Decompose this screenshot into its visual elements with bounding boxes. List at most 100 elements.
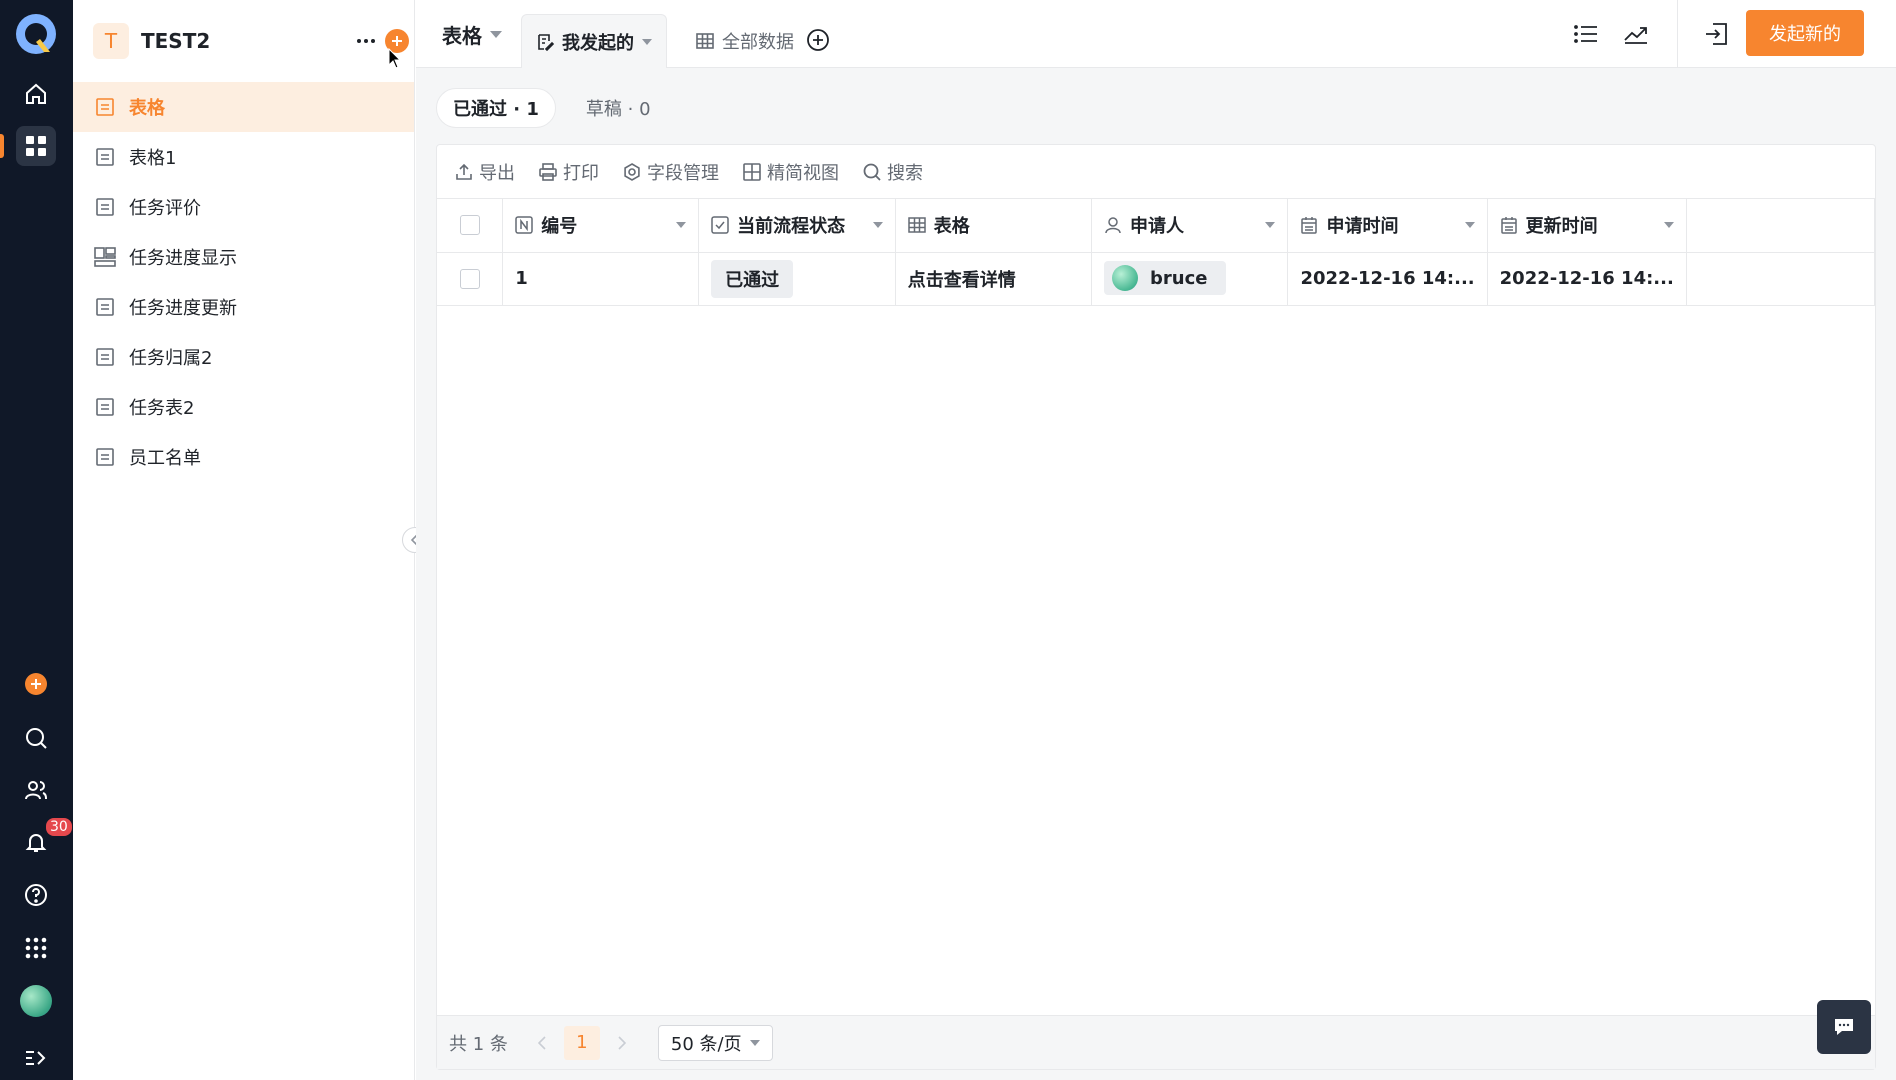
export-button[interactable]: 导出: [455, 159, 515, 185]
search-icon[interactable]: [16, 718, 56, 758]
table-toolbar: 导出 打印 字段管理 精简视图 搜索: [437, 145, 1875, 199]
cell-form-link[interactable]: 点击查看详情: [895, 252, 1093, 306]
caret-down-icon: [676, 222, 687, 229]
header-apply-time[interactable]: 申请时间: [1287, 199, 1488, 253]
next-page-icon[interactable]: [608, 1029, 636, 1057]
header-label: 申请时间: [1326, 216, 1399, 238]
sidebar-item-form1[interactable]: 表格1: [73, 132, 414, 182]
primary-view-label: 表格: [442, 24, 482, 48]
workspace-name[interactable]: TEST2: [141, 29, 210, 53]
launch-new-button[interactable]: 发起新的: [1746, 10, 1864, 56]
apps-grid-icon[interactable]: [16, 126, 56, 166]
cell-applicant: bruce: [1091, 252, 1289, 306]
header-label: 表格: [933, 216, 970, 238]
status-badge: 已通过: [711, 259, 794, 298]
header-applicant[interactable]: 申请人: [1091, 199, 1289, 253]
printer-icon: [539, 162, 557, 181]
upload-icon: [456, 163, 472, 180]
sidebar-item-label: 表格1: [129, 148, 177, 169]
sidebar-item-task-review[interactable]: 任务评价: [73, 182, 414, 232]
data-panel: 导出 打印 字段管理 精简视图 搜索 编号 当前流程状态 表格 申请人 申请时间…: [436, 144, 1876, 1070]
help-icon[interactable]: [16, 875, 56, 915]
user-avatar[interactable]: [20, 985, 52, 1017]
rail-active-marker: [0, 134, 4, 158]
tab-draft[interactable]: 草稿 · 0: [570, 88, 667, 128]
topbar-divider: [1677, 0, 1678, 68]
chat-support-button[interactable]: [1817, 1000, 1871, 1054]
header-id[interactable]: 编号: [502, 199, 700, 253]
cell-filler: [1686, 252, 1876, 306]
applicant-chip: bruce: [1104, 261, 1226, 295]
header-status[interactable]: 当前流程状态: [698, 199, 896, 253]
app-logo[interactable]: [14, 12, 58, 56]
header-select-all[interactable]: [437, 199, 504, 253]
sidebar-nav: 表格 表格1 任务评价 任务进度显示 任务进度更新 任务归属2 任务表2 员工名…: [73, 82, 414, 482]
sidebar-item-form[interactable]: 表格: [73, 82, 414, 132]
notification-badge: 30: [46, 818, 72, 836]
print-button[interactable]: 打印: [539, 159, 599, 185]
field-management-button[interactable]: 字段管理: [623, 159, 719, 185]
status-tabs: 已通过 · 1 草稿 · 0: [436, 88, 681, 128]
sidebar-item-task-progress-display[interactable]: 任务进度显示: [73, 232, 414, 282]
chat-icon: [1835, 1019, 1853, 1035]
contacts-icon[interactable]: [16, 770, 56, 810]
settings-icon: [624, 162, 640, 181]
sidebar-item-label: 任务进度更新: [129, 298, 237, 319]
app-launcher-icon[interactable]: [16, 928, 56, 968]
more-icon[interactable]: [351, 26, 381, 56]
export-exit-icon[interactable]: [1700, 18, 1732, 50]
tab-label: 我发起的: [562, 32, 634, 54]
prev-page-icon[interactable]: [528, 1029, 556, 1057]
tab-all-data[interactable]: 全部数据: [684, 14, 806, 68]
cell-id: 1: [502, 252, 700, 306]
cell-update-time: 2022-12-16 14:...: [1487, 252, 1687, 306]
table-row[interactable]: 1 已通过 点击查看详情 bruce 2022-12-16 14:... 202…: [437, 252, 1876, 306]
page-size-label: 50 条/页: [670, 1033, 742, 1055]
add-icon[interactable]: [16, 664, 56, 704]
header-update-time[interactable]: 更新时间: [1487, 199, 1687, 253]
pagination-bar: 共 1 条 1 50 条/页: [437, 1015, 1875, 1069]
caret-down-icon: [1663, 222, 1674, 229]
page-size-select[interactable]: 50 条/页: [657, 1024, 773, 1061]
calendar-icon: [1500, 217, 1517, 234]
compact-view-button[interactable]: 精简视图: [743, 159, 839, 185]
tab-approved[interactable]: 已通过 · 1: [436, 88, 556, 128]
header-filler: [1686, 199, 1876, 253]
sidebar-item-task-progress-update[interactable]: 任务进度更新: [73, 282, 414, 332]
tab-label: 全部数据: [722, 32, 794, 53]
table-header-row: 编号 当前流程状态 表格 申请人 申请时间 更新时间: [437, 199, 1876, 253]
home-icon[interactable]: [16, 74, 56, 114]
dashboard-icon: [93, 245, 117, 269]
sidebar-item-task-table2[interactable]: 任务表2: [73, 382, 414, 432]
app-rail: 30: [0, 0, 73, 1080]
sidebar-item-employee-list[interactable]: 员工名单: [73, 432, 414, 482]
row-select-cell[interactable]: [437, 252, 504, 306]
list-view-icon[interactable]: [1570, 18, 1602, 50]
sidebar-item-task-ownership2[interactable]: 任务归属2: [73, 332, 414, 382]
select-all-checkbox[interactable]: [459, 215, 480, 236]
sidebar-item-label: 表格: [129, 98, 165, 119]
cell-apply-time: 2022-12-16 14:...: [1287, 252, 1488, 306]
table-icon: [696, 33, 714, 49]
compact-view-label: 精简视图: [767, 162, 839, 184]
trend-chart-icon[interactable]: [1620, 18, 1652, 50]
add-view-icon[interactable]: [806, 28, 830, 52]
caret-down-icon: [1464, 222, 1475, 229]
table-icon: [908, 217, 926, 233]
form-icon: [93, 195, 117, 219]
caret-down-icon: [1265, 222, 1276, 229]
row-checkbox[interactable]: [459, 268, 480, 289]
primary-view-tab[interactable]: 表格: [442, 20, 502, 49]
cell-status: 已通过: [698, 252, 896, 306]
tab-my-submissions[interactable]: 我发起的: [521, 14, 667, 68]
header-label: 当前流程状态: [737, 216, 846, 238]
page-number[interactable]: 1: [563, 1025, 600, 1060]
header-form[interactable]: 表格: [895, 199, 1093, 253]
header-label: 更新时间: [1525, 216, 1598, 238]
form-icon: [93, 295, 117, 319]
search-button[interactable]: 搜索: [863, 159, 923, 185]
top-bar: 表格 我发起的 全部数据 发起新的: [416, 0, 1896, 68]
checkbox-field-icon: [711, 216, 729, 234]
avatar: [1112, 265, 1139, 291]
expand-rail-icon[interactable]: [16, 1038, 56, 1078]
